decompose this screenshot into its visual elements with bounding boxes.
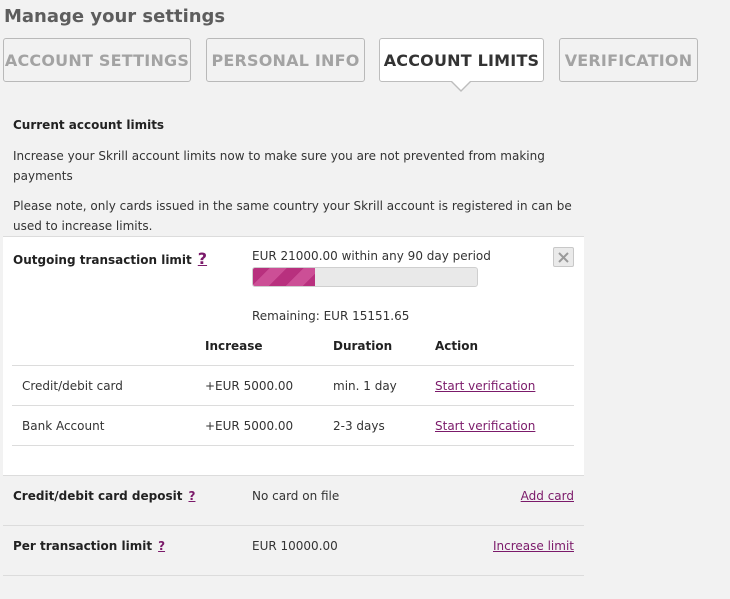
- method-cell: Credit/debit card: [22, 379, 123, 393]
- duration-cell: 2-3 days: [333, 419, 385, 433]
- limit-progress-fill: [253, 268, 316, 286]
- per-transaction-label-group: Per transaction limit?: [13, 539, 165, 553]
- intro-section: Current account limits Increase your Skr…: [13, 118, 593, 246]
- card-deposit-label-group: Credit/debit card deposit?: [13, 489, 195, 503]
- card-deposit-help-link[interactable]: ?: [188, 489, 195, 503]
- table-row: Credit/debit card +EUR 5000.00 min. 1 da…: [12, 365, 574, 405]
- duration-cell: min. 1 day: [333, 379, 397, 393]
- limit-progress-bar: [252, 267, 478, 287]
- card-deposit-row: Credit/debit card deposit? No card on fi…: [3, 475, 584, 525]
- increase-limit-link[interactable]: Increase limit: [493, 539, 574, 553]
- outgoing-help-link[interactable]: ?: [198, 249, 207, 268]
- start-verification-link[interactable]: Start verification: [435, 379, 535, 393]
- table-row: Bank Account +EUR 5000.00 2-3 days Start…: [12, 405, 574, 445]
- tab-account-settings[interactable]: ACCOUNT SETTINGS: [3, 38, 191, 82]
- settings-tabs: ACCOUNT SETTINGS PERSONAL INFO ACCOUNT L…: [0, 38, 730, 92]
- add-card-link[interactable]: Add card: [521, 489, 574, 503]
- card-deposit-label: Credit/debit card deposit: [13, 489, 183, 503]
- outgoing-limit-text: EUR 21000.00 within any 90 day period: [252, 249, 491, 263]
- active-tab-pointer: [452, 81, 470, 90]
- tab-personal-info[interactable]: PERSONAL INFO: [206, 38, 365, 82]
- section-heading: Current account limits: [13, 118, 165, 132]
- per-transaction-row: Per transaction limit? EUR 10000.00 Incr…: [3, 525, 584, 575]
- intro-note: Please note, only cards issued in the sa…: [13, 199, 572, 233]
- column-header-duration: Duration: [333, 339, 393, 353]
- increase-cell: +EUR 5000.00: [205, 379, 294, 393]
- column-header-increase: Increase: [205, 339, 263, 353]
- tab-verification[interactable]: VERIFICATION: [559, 38, 698, 82]
- table-bottom-divider: [12, 445, 574, 446]
- card-deposit-value: No card on file: [252, 489, 340, 503]
- intro-text: Increase your Skrill account limits now …: [13, 149, 545, 183]
- column-header-action: Action: [435, 339, 479, 353]
- page-title: Manage your settings: [4, 6, 226, 27]
- per-transaction-label: Per transaction limit: [13, 539, 153, 553]
- method-cell: Bank Account: [22, 419, 105, 433]
- increase-cell: +EUR 5000.00: [205, 419, 294, 433]
- close-icon: [558, 251, 569, 263]
- remaining-text: Remaining: EUR 15151.65: [252, 309, 410, 323]
- per-transaction-help-link[interactable]: ?: [158, 539, 165, 553]
- bottom-divider: [3, 575, 584, 576]
- close-button[interactable]: [553, 247, 574, 267]
- outgoing-limit-card: Outgoing transaction limit? EUR 21000.00…: [3, 236, 584, 476]
- tab-account-limits[interactable]: ACCOUNT LIMITS: [379, 38, 544, 82]
- per-transaction-value: EUR 10000.00: [252, 539, 338, 553]
- outgoing-limit-label: Outgoing transaction limit: [13, 253, 192, 267]
- start-verification-link[interactable]: Start verification: [435, 419, 535, 433]
- outgoing-label-row: Outgoing transaction limit?: [13, 249, 207, 268]
